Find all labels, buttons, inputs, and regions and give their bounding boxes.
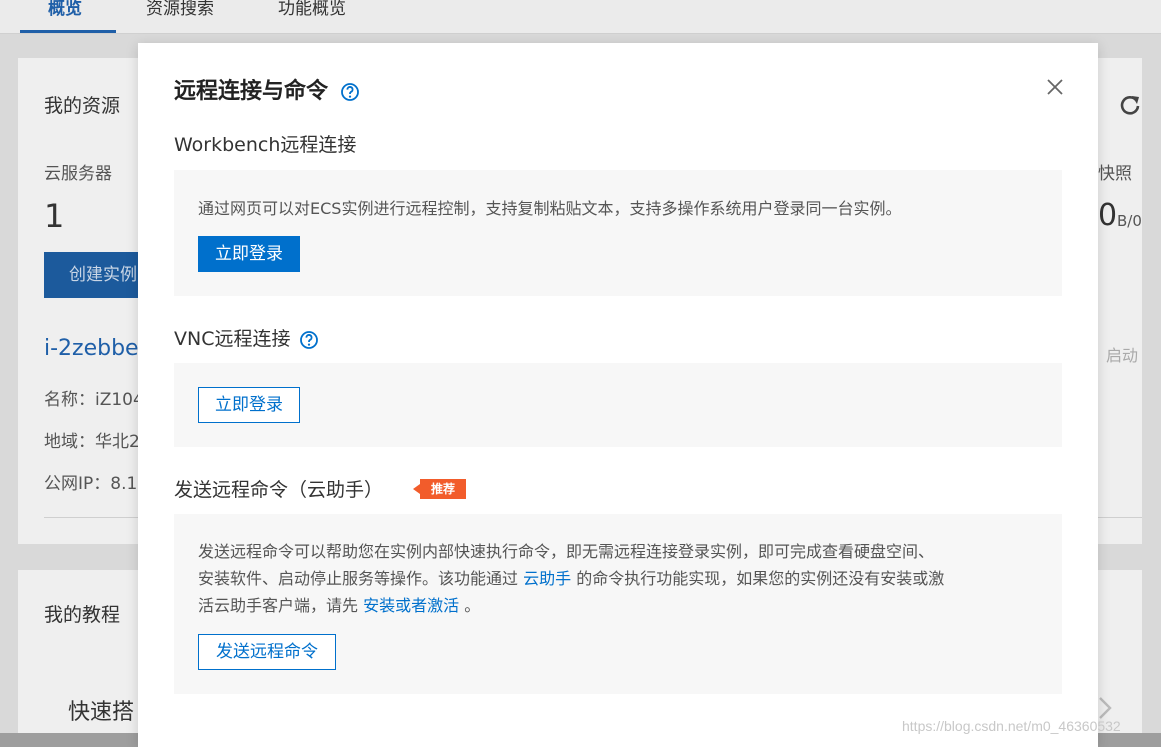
modal-title-row: 远程连接与命令	[174, 73, 360, 105]
create-instance-button[interactable]: 创建实例	[44, 252, 138, 298]
workbench-description: 通过网页可以对ECS实例进行远程控制，支持复制粘贴文本，支持多操作系统用户登录同…	[198, 199, 902, 218]
modal-title: 远程连接与命令	[174, 79, 329, 104]
workbench-login-button[interactable]: 立即登录	[198, 236, 300, 272]
command-section-title: 发送远程命令（云助手）	[174, 479, 384, 501]
instance-public-ip: 公网IP：8.1	[44, 474, 138, 494]
workbench-panel: 通过网页可以对ECS实例进行远程控制，支持复制粘贴文本，支持多操作系统用户登录同…	[174, 170, 1062, 296]
watermark: https://blog.csdn.net/m0_46360532	[902, 718, 1121, 734]
active-tab-indicator	[20, 30, 116, 33]
snapshot-label: 快照	[1098, 164, 1132, 184]
workbench-section-title: Workbench远程连接	[174, 134, 357, 156]
instance-region: 地域：华北2	[44, 432, 140, 452]
command-panel: 发送远程命令可以帮助您在实例内部快速执行命令，即无需远程连接登录实例，即可完成查…	[174, 514, 1062, 694]
help-icon[interactable]	[340, 82, 360, 102]
chevron-right-icon[interactable]	[1095, 696, 1115, 720]
servers-count: 1	[44, 197, 65, 235]
close-icon[interactable]	[1044, 76, 1066, 98]
snapshot-value: 0	[1098, 198, 1118, 233]
vnc-panel: 立即登录	[174, 363, 1062, 447]
command-description-line3: 活云助手客户端，请先 安装或者激活 。	[198, 592, 480, 619]
resource-divider-right	[1098, 517, 1142, 518]
instance-name: 名称：iZ104	[44, 390, 144, 410]
command-text: 。	[459, 596, 481, 615]
command-text: 安装软件、启动停止服务等操作。该功能通过	[198, 569, 524, 588]
my-resources-title: 我的资源	[44, 95, 121, 117]
tab-feature-overview[interactable]: 功能概览	[278, 0, 346, 19]
command-description-line2: 安装软件、启动停止服务等操作。该功能通过 云助手 的命令执行功能实现，如果您的实…	[198, 565, 944, 592]
cloud-assistant-link[interactable]: 云助手	[523, 569, 571, 588]
quick-build-item[interactable]: 快速搭	[68, 694, 134, 726]
my-tutorials-title: 我的教程	[44, 604, 121, 626]
start-action[interactable]: 启动	[1106, 342, 1138, 366]
refresh-icon[interactable]	[1119, 94, 1141, 116]
vnc-section-title-row: VNC远程连接	[174, 324, 319, 351]
top-tab-bar: 概览 资源搜索 功能概览	[0, 0, 1161, 34]
servers-label: 云服务器	[44, 164, 112, 184]
vnc-login-button[interactable]: 立即登录	[198, 387, 300, 423]
vnc-section-title: VNC远程连接	[174, 328, 291, 350]
instance-id-link[interactable]: i-2zebbe	[44, 336, 139, 361]
command-text: 活云助手客户端，请先	[198, 596, 364, 615]
remote-connect-modal: 远程连接与命令 Workbench远程连接 通过网页可以对ECS实例进行远程控制…	[138, 43, 1098, 747]
command-text: 的命令执行功能实现，如果您的实例还没有安装或激	[571, 569, 945, 588]
install-activate-link[interactable]: 安装或者激活	[363, 596, 459, 615]
snapshot-unit: B/0	[1117, 212, 1142, 230]
resource-divider	[44, 517, 138, 518]
command-description-line1: 发送远程命令可以帮助您在实例内部快速执行命令，即无需远程连接登录实例，即可完成查…	[198, 542, 935, 561]
send-command-button[interactable]: 发送远程命令	[198, 634, 336, 670]
tab-overview[interactable]: 概览	[48, 0, 82, 19]
recommend-badge: 推荐	[413, 479, 466, 499]
help-icon[interactable]	[299, 330, 319, 350]
tab-resource-search[interactable]: 资源搜索	[146, 0, 214, 19]
